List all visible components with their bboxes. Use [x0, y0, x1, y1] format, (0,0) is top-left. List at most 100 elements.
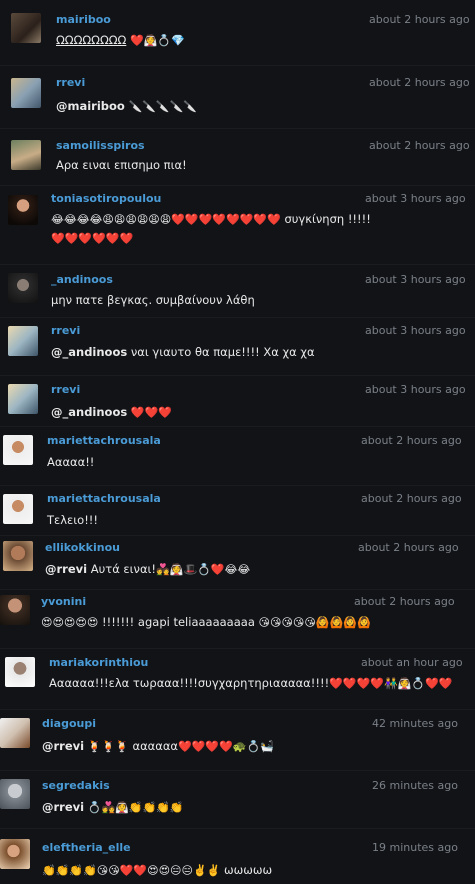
username-link[interactable]: toniasotiropoulou — [51, 192, 161, 205]
timestamp: about 2 hours ago — [369, 13, 470, 26]
comment-text: Αρα ειναι επισημο πια! — [56, 158, 187, 172]
comment-item: rrevi about 2 hours ago @mairiboo 🔪🔪🔪🔪🔪 — [0, 66, 475, 128]
user-avatar[interactable] — [0, 839, 30, 869]
comment-text: ΩΩΩΩΩΩΩΩ ❤️👰💍💎 — [56, 32, 185, 49]
comment-text: @_andinoos ❤️❤️❤️ — [51, 404, 172, 421]
comment-body: ναι γιαυτο θα παμε!!!! Χα χα χα — [130, 345, 315, 359]
comment-text: Τελειο!!! — [47, 513, 99, 527]
comment-body: Αααααα!!!ελα τωρααα!!!!συγχαρητηριααααα!… — [49, 676, 330, 690]
timestamp: about 2 hours ago — [361, 492, 462, 505]
emoji-row: 😍😍😍😍😍 — [41, 616, 99, 629]
comment-text: Ααααα!! — [47, 455, 95, 469]
timestamp: about 2 hours ago — [361, 434, 462, 447]
user-avatar[interactable] — [3, 494, 33, 524]
comment-text: @_andinoos ναι γιαυτο θα παμε!!!! Χα χα … — [51, 344, 315, 361]
comment-item: eleftheria_elle 19 minutes ago 👏👏👏👏😘😘❤️❤… — [0, 829, 475, 884]
comment-item: samoilisspiros about 2 hours ago Αρα ειν… — [0, 129, 475, 185]
username-link[interactable]: rrevi — [51, 383, 80, 396]
comment-body: συγκίνηση !!!!! — [284, 212, 371, 226]
username-link[interactable]: samoilisspiros — [56, 139, 145, 152]
comment-text: 😍😍😍😍😍 !!!!!!! agapi teliaaaaaaaaa 😘😘😘😘😘🙆… — [41, 614, 371, 631]
comment-text: μην πατε βεγκας. συμβαίνουν λάθη — [51, 293, 255, 307]
comment-item: rrevi about 3 hours ago @_andinoos ναι γ… — [0, 318, 475, 375]
comment-body: ωωωωω — [224, 863, 273, 877]
username-link[interactable]: mariettachrousala — [47, 492, 161, 505]
comments-feed: mairiboo about 2 hours ago ΩΩΩΩΩΩΩΩ ❤️👰💍… — [0, 0, 475, 884]
username-link[interactable]: rrevi — [51, 324, 80, 337]
emoji-row: ❤️❤️❤️ — [130, 406, 172, 419]
comment-text: Αααααα!!!ελα τωρααα!!!!συγχαρητηριααααα!… — [49, 675, 452, 692]
emoji-row: ❤️👰💍💎 — [129, 34, 185, 47]
comment-text-line2: ❤️❤️❤️❤️❤️❤️ — [51, 230, 133, 247]
timestamp: 19 minutes ago — [372, 841, 458, 854]
user-avatar[interactable] — [5, 657, 35, 687]
emoji-row: 🔪🔪🔪🔪🔪 — [128, 100, 197, 113]
username-link[interactable]: rrevi — [56, 76, 85, 89]
username-link[interactable]: mairiboo — [56, 13, 111, 26]
timestamp: 42 minutes ago — [372, 717, 458, 730]
username-link[interactable]: eleftheria_elle — [42, 841, 131, 854]
comment-body: !!!!!!! agapi teliaaaaaaaaa — [102, 615, 255, 629]
user-avatar[interactable] — [0, 718, 30, 748]
user-avatar[interactable] — [8, 273, 38, 303]
user-avatar[interactable] — [3, 541, 33, 571]
username-link[interactable]: yvonini — [41, 595, 86, 608]
comment-text: @rrevi Αυτά ειναι!💑👰🎩💍❤️😂😂 — [45, 561, 250, 578]
timestamp: about an hour ago — [361, 656, 463, 669]
comment-item: rrevi about 3 hours ago @_andinoos ❤️❤️❤… — [0, 376, 475, 426]
timestamp: about 2 hours ago — [369, 76, 470, 89]
mention-link[interactable]: @mairiboo — [56, 99, 125, 113]
emoji-row: 👏👏👏👏😘😘❤️❤️😍😍😑😑✌️✌️ — [42, 864, 221, 877]
user-avatar[interactable] — [0, 595, 30, 625]
comment-item: mariakorinthiou about an hour ago Αααααα… — [0, 649, 475, 709]
emoji-row: 💍💑👰👏👏👏👏 — [87, 801, 184, 814]
username-link[interactable]: mariettachrousala — [47, 434, 161, 447]
emoji-row-after: 😘😘😘😘😘🙆🙆🙆🙆 — [258, 616, 371, 629]
comment-item: yvonini about 2 hours ago 😍😍😍😍😍 !!!!!!! … — [0, 590, 475, 648]
emoji-row: 💑👰🎩💍❤️😂😂 — [156, 563, 251, 576]
comment-item: mariettachrousala about 2 hours ago Αααα… — [0, 427, 475, 485]
comment-item: _andinoos about 3 hours ago μην πατε βεγ… — [0, 265, 475, 317]
timestamp: about 3 hours ago — [365, 383, 466, 396]
mention-link[interactable]: @_andinoos — [51, 405, 127, 419]
emoji-row: 🍹🍹🍹 — [87, 740, 129, 753]
username-link[interactable]: mariakorinthiou — [49, 656, 148, 669]
mention-link[interactable]: @rrevi — [45, 562, 87, 576]
user-avatar[interactable] — [11, 78, 41, 108]
comment-text: 😂😂😂😂😩😩😩😩😩😩❤️❤️❤️❤️❤️❤️❤️❤️ συγκίνηση !!!… — [51, 211, 371, 228]
timestamp: about 2 hours ago — [354, 595, 455, 608]
comment-text: @rrevi 💍💑👰👏👏👏👏 — [42, 799, 184, 816]
comment-body: ΩΩΩΩΩΩΩΩ — [56, 33, 127, 47]
emoji-row: ❤️❤️❤️❤️❤️❤️ — [51, 232, 134, 245]
comment-item: mariettachrousala about 2 hours ago Τελε… — [0, 486, 475, 535]
user-avatar[interactable] — [8, 384, 38, 414]
emoji-row: ❤️❤️❤️❤️👫👰💍❤️❤️ — [329, 677, 453, 690]
emoji-row-after: ❤️❤️❤️❤️🐢💍🛀 — [177, 740, 274, 753]
mention-link[interactable]: @rrevi — [42, 739, 84, 753]
comment-text: @mairiboo 🔪🔪🔪🔪🔪 — [56, 98, 197, 115]
timestamp: about 2 hours ago — [358, 541, 459, 554]
comment-item: diagoupi 42 minutes ago @rrevi 🍹🍹🍹 ααααα… — [0, 710, 475, 770]
mention-link[interactable]: @_andinoos — [51, 345, 127, 359]
user-avatar[interactable] — [11, 13, 41, 43]
user-avatar[interactable] — [0, 779, 30, 809]
comment-item: mairiboo about 2 hours ago ΩΩΩΩΩΩΩΩ ❤️👰💍… — [0, 0, 475, 65]
username-link[interactable]: ellikokkinou — [45, 541, 120, 554]
user-avatar[interactable] — [11, 140, 41, 170]
comment-item: ellikokkinou about 2 hours ago @rrevi Αυ… — [0, 536, 475, 589]
user-avatar[interactable] — [8, 326, 38, 356]
timestamp: about 3 hours ago — [365, 273, 466, 286]
timestamp: about 2 hours ago — [369, 139, 470, 152]
comment-item: toniasotiropoulou about 3 hours ago 😂😂😂😂… — [0, 186, 475, 264]
comment-item: segredakis 26 minutes ago @rrevi 💍💑👰👏👏👏👏 — [0, 771, 475, 828]
username-link[interactable]: diagoupi — [42, 717, 96, 730]
comment-body: αααααα — [132, 739, 178, 753]
emoji-row: 😂😂😂😂😩😩😩😩😩😩❤️❤️❤️❤️❤️❤️❤️❤️ — [51, 213, 281, 226]
mention-link[interactable]: @rrevi — [42, 800, 84, 814]
timestamp: 26 minutes ago — [372, 779, 458, 792]
user-avatar[interactable] — [8, 195, 38, 225]
username-link[interactable]: _andinoos — [51, 273, 113, 286]
timestamp: about 3 hours ago — [365, 324, 466, 337]
username-link[interactable]: segredakis — [42, 779, 110, 792]
user-avatar[interactable] — [3, 435, 33, 465]
